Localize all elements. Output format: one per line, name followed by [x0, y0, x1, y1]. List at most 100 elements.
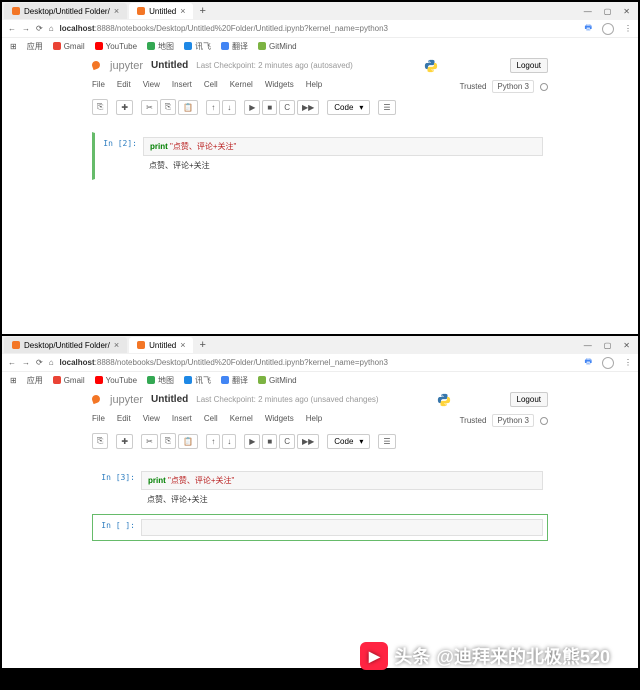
- command-palette-button[interactable]: ☰: [378, 100, 395, 115]
- minimize-icon[interactable]: —: [584, 7, 592, 16]
- cut-button[interactable]: ✂: [141, 434, 158, 449]
- menu-insert[interactable]: Insert: [172, 414, 192, 427]
- paste-button[interactable]: 📋: [178, 434, 198, 449]
- copy-button[interactable]: ⎘: [160, 99, 176, 115]
- stop-button[interactable]: ■: [262, 100, 277, 115]
- save-button[interactable]: ⎘: [92, 99, 108, 115]
- copy-button[interactable]: ⎘: [160, 433, 176, 449]
- new-tab-button[interactable]: +: [193, 5, 211, 17]
- run-button[interactable]: ▶: [244, 434, 260, 449]
- logout-button[interactable]: Logout: [510, 392, 548, 407]
- code-input[interactable]: print "点赞、评论+关注": [141, 471, 543, 490]
- menu-help[interactable]: Help: [306, 414, 322, 427]
- bookmark-gmail[interactable]: Gmail: [53, 376, 85, 385]
- celltype-select[interactable]: Code▾: [327, 434, 370, 449]
- run-all-button[interactable]: ▶▶: [297, 100, 319, 115]
- reload-icon[interactable]: ⟳: [36, 358, 43, 367]
- reload-icon[interactable]: ⟳: [36, 24, 43, 33]
- menu-file[interactable]: File: [92, 80, 105, 93]
- code-input[interactable]: [141, 519, 543, 536]
- trusted-indicator[interactable]: Trusted: [460, 82, 487, 91]
- bookmark-iflytek[interactable]: 讯飞: [184, 41, 211, 52]
- move-down-button[interactable]: ↓: [222, 434, 236, 449]
- forward-icon[interactable]: →: [22, 358, 30, 367]
- menu-edit[interactable]: Edit: [117, 80, 131, 93]
- bookmark-iflytek[interactable]: 讯飞: [184, 375, 211, 386]
- close-icon[interactable]: ×: [114, 340, 119, 350]
- print-icon[interactable]: 🖶: [584, 22, 592, 36]
- logout-button[interactable]: Logout: [510, 58, 548, 73]
- menu-icon[interactable]: ⋮: [624, 358, 632, 367]
- bookmark-gitmind[interactable]: GitMind: [258, 42, 297, 51]
- back-icon[interactable]: ←: [8, 358, 16, 367]
- close-icon[interactable]: ✕: [623, 7, 630, 16]
- apps-icon[interactable]: ⊞: [10, 376, 17, 385]
- save-button[interactable]: ⎘: [92, 433, 108, 449]
- code-cell-1[interactable]: In [2]: print "点赞、评论+关注" 点赞、评论+关注: [92, 132, 548, 180]
- bookmark-maps[interactable]: 地图: [147, 41, 174, 52]
- bookmark-gmail[interactable]: Gmail: [53, 42, 85, 51]
- bookmark-apps[interactable]: 应用: [27, 375, 43, 386]
- close-icon[interactable]: ✕: [623, 341, 630, 350]
- menu-edit[interactable]: Edit: [117, 414, 131, 427]
- home-icon[interactable]: ⌂: [49, 358, 54, 367]
- browser-tab-1[interactable]: Desktop/Untitled Folder/×: [4, 337, 127, 353]
- run-button[interactable]: ▶: [244, 100, 260, 115]
- profile-icon[interactable]: [602, 23, 614, 35]
- back-icon[interactable]: ←: [8, 24, 16, 33]
- bookmark-maps[interactable]: 地图: [147, 375, 174, 386]
- menu-cell[interactable]: Cell: [204, 414, 218, 427]
- home-icon[interactable]: ⌂: [49, 24, 54, 33]
- browser-tab-2[interactable]: Untitled×: [129, 3, 193, 19]
- menu-icon[interactable]: ⋮: [624, 24, 632, 33]
- close-icon[interactable]: ×: [114, 6, 119, 16]
- menu-file[interactable]: File: [92, 414, 105, 427]
- bookmark-gitmind[interactable]: GitMind: [258, 376, 297, 385]
- close-icon[interactable]: ×: [180, 6, 185, 16]
- bookmark-youtube[interactable]: YouTube: [95, 42, 137, 51]
- bookmark-translate[interactable]: 翻译: [221, 41, 248, 52]
- menu-widgets[interactable]: Widgets: [265, 80, 294, 93]
- apps-icon[interactable]: ⊞: [10, 42, 17, 51]
- maximize-icon[interactable]: ▢: [604, 7, 612, 16]
- maximize-icon[interactable]: ▢: [604, 341, 612, 350]
- notebook-title[interactable]: Untitled: [151, 60, 188, 71]
- menu-cell[interactable]: Cell: [204, 80, 218, 93]
- profile-icon[interactable]: [602, 357, 614, 369]
- stop-button[interactable]: ■: [262, 434, 277, 449]
- move-up-button[interactable]: ↑: [206, 434, 220, 449]
- move-down-button[interactable]: ↓: [222, 100, 236, 115]
- run-all-button[interactable]: ▶▶: [297, 434, 319, 449]
- paste-button[interactable]: 📋: [178, 100, 198, 115]
- bookmark-youtube[interactable]: YouTube: [95, 376, 137, 385]
- print-icon[interactable]: 🖶: [584, 356, 592, 370]
- url-field[interactable]: localhost:8888/notebooks/Desktop/Untitle…: [60, 358, 579, 367]
- browser-tab-1[interactable]: Desktop/Untitled Folder/×: [4, 3, 127, 19]
- restart-button[interactable]: C: [279, 100, 295, 115]
- celltype-select[interactable]: Code▾: [327, 100, 370, 115]
- notebook-title[interactable]: Untitled: [151, 394, 188, 405]
- menu-view[interactable]: View: [143, 414, 160, 427]
- cut-button[interactable]: ✂: [141, 100, 158, 115]
- url-field[interactable]: localhost:8888/notebooks/Desktop/Untitle…: [60, 24, 579, 33]
- move-up-button[interactable]: ↑: [206, 100, 220, 115]
- add-cell-button[interactable]: ✚: [116, 100, 133, 115]
- menu-widgets[interactable]: Widgets: [265, 414, 294, 427]
- kernel-name[interactable]: Python 3: [492, 80, 534, 93]
- forward-icon[interactable]: →: [22, 24, 30, 33]
- kernel-name[interactable]: Python 3: [492, 414, 534, 427]
- menu-kernel[interactable]: Kernel: [230, 414, 253, 427]
- add-cell-button[interactable]: ✚: [116, 434, 133, 449]
- trusted-indicator[interactable]: Trusted: [460, 416, 487, 425]
- minimize-icon[interactable]: —: [584, 341, 592, 350]
- menu-insert[interactable]: Insert: [172, 80, 192, 93]
- bookmark-translate[interactable]: 翻译: [221, 375, 248, 386]
- command-palette-button[interactable]: ☰: [378, 434, 395, 449]
- code-cell-2[interactable]: In [ ]:: [92, 514, 548, 541]
- bookmark-apps[interactable]: 应用: [27, 41, 43, 52]
- browser-tab-2[interactable]: Untitled×: [129, 337, 193, 353]
- code-cell-1[interactable]: In [3]: print "点赞、评论+关注" 点赞、评论+关注: [92, 466, 548, 514]
- menu-view[interactable]: View: [143, 80, 160, 93]
- menu-help[interactable]: Help: [306, 80, 322, 93]
- menu-kernel[interactable]: Kernel: [230, 80, 253, 93]
